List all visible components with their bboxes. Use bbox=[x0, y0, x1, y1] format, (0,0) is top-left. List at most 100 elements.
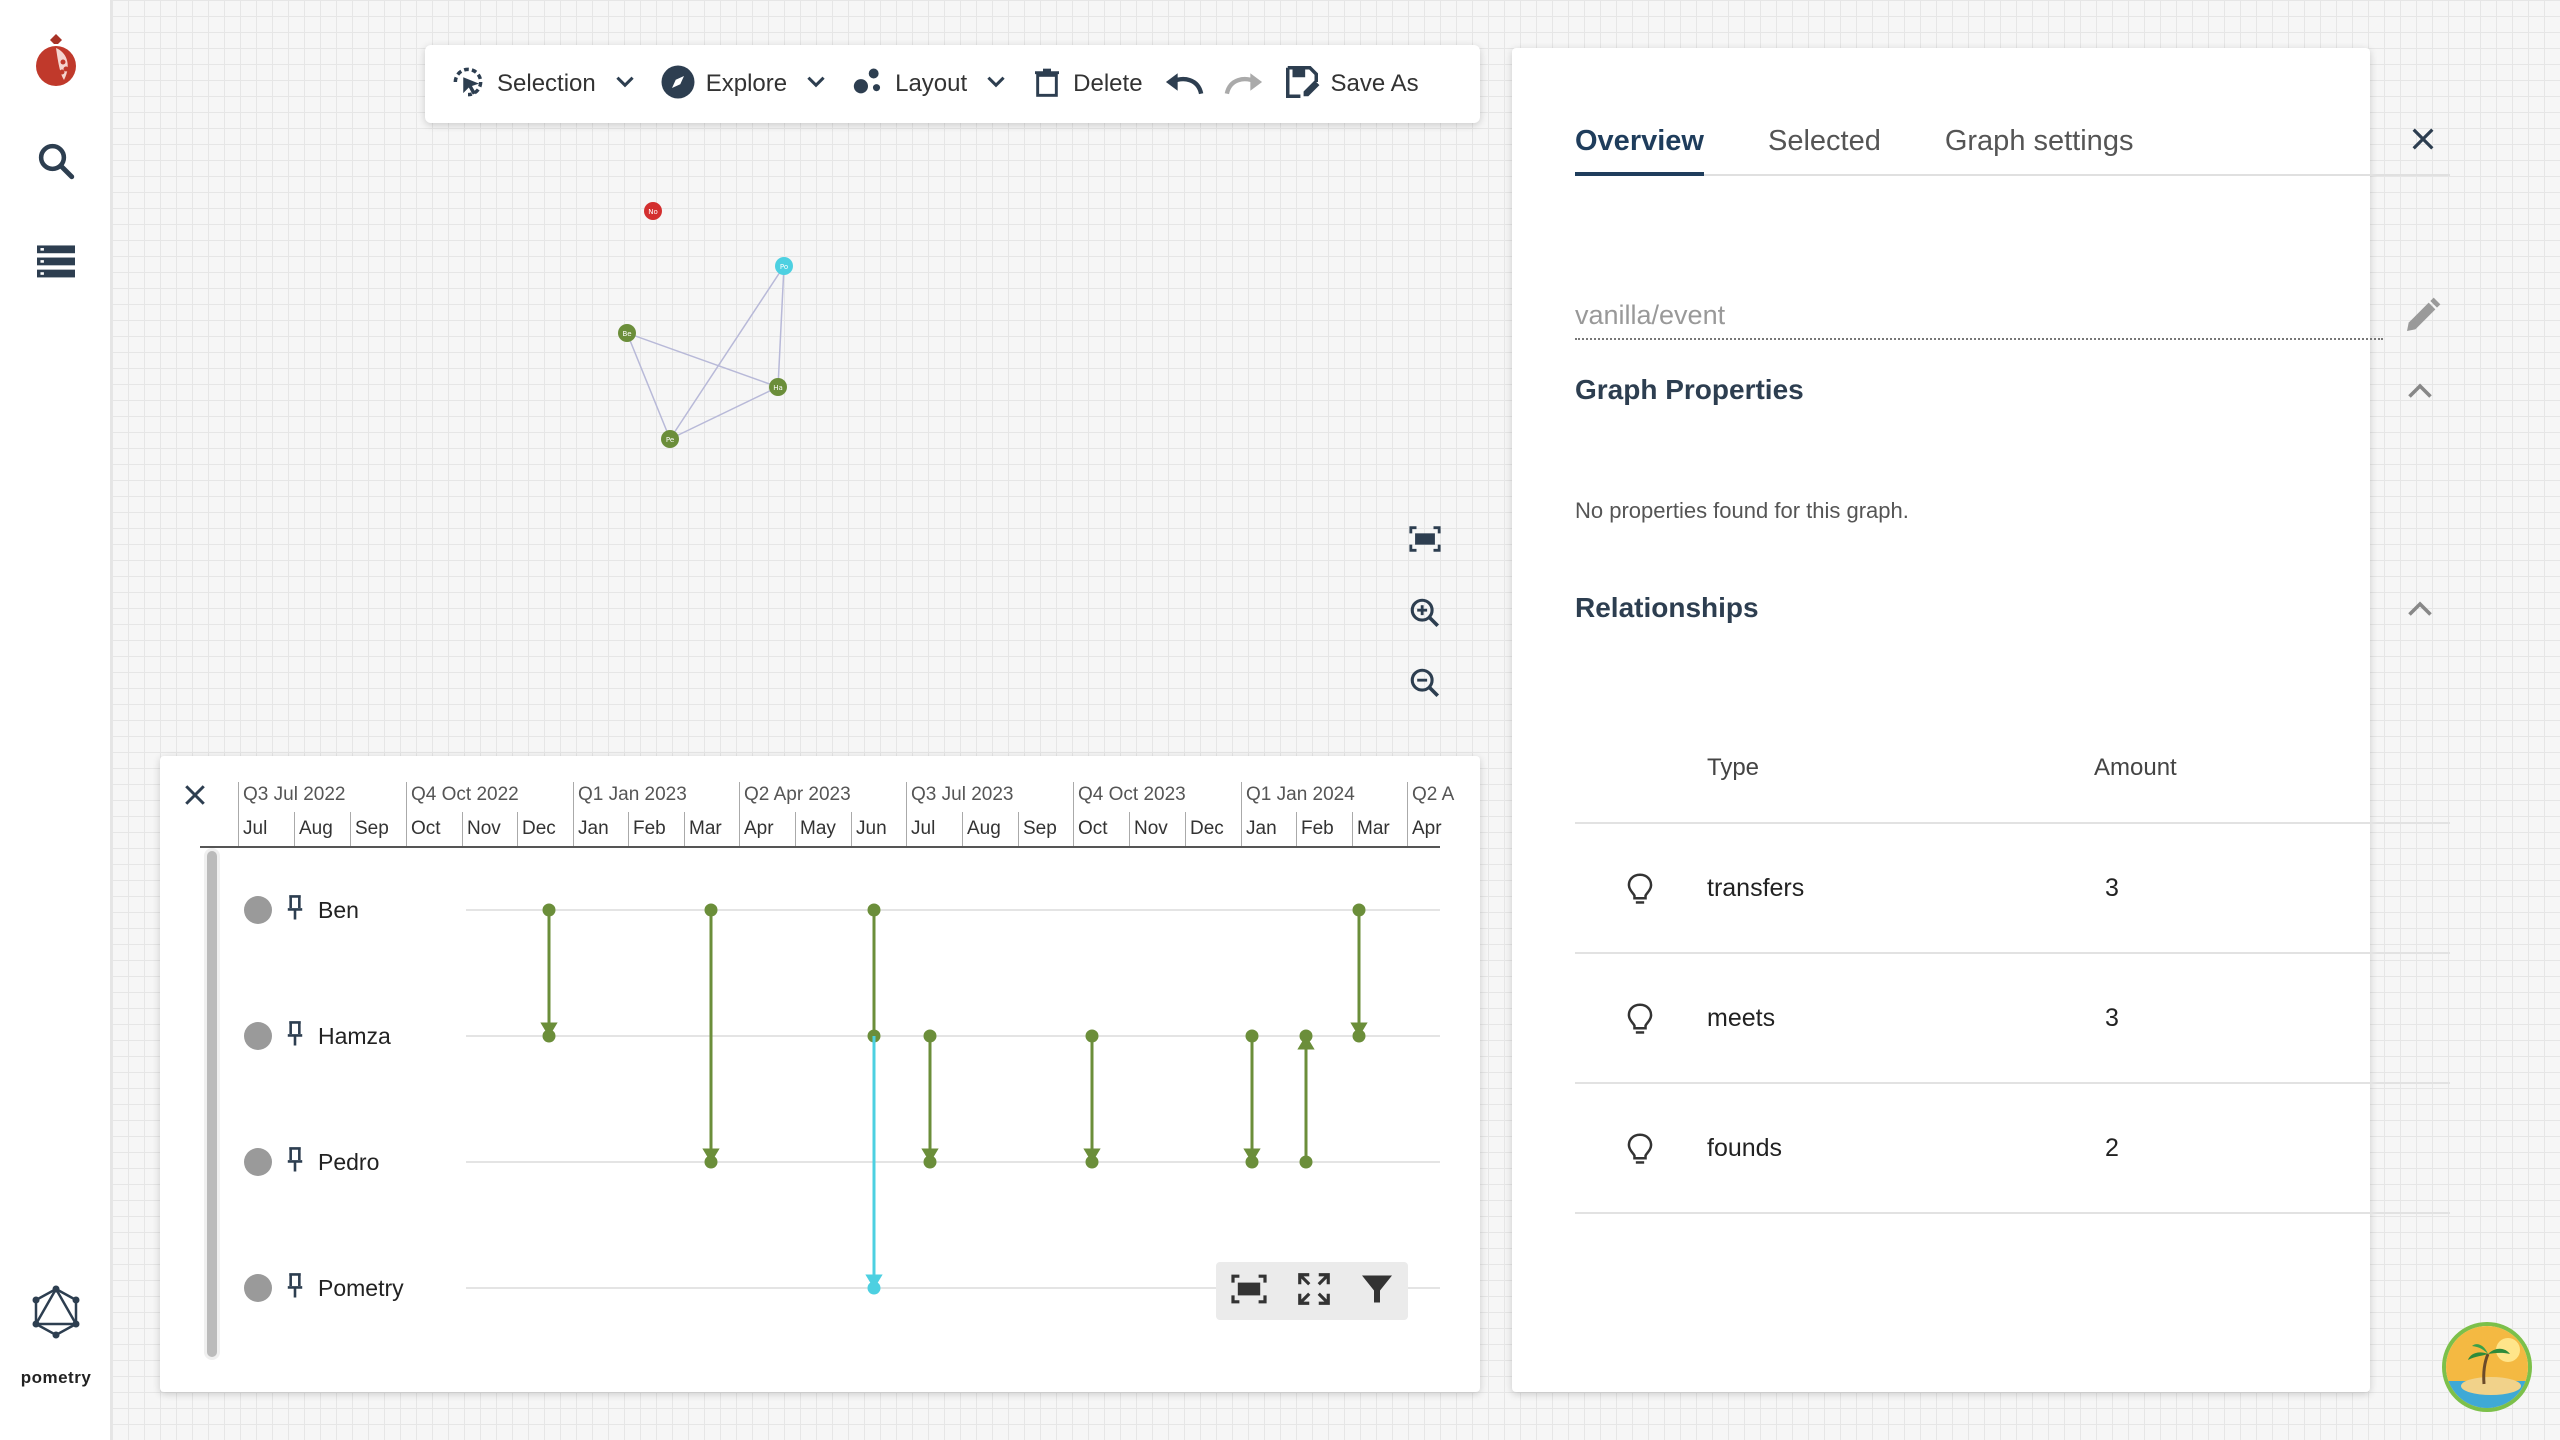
tab-graph-settings[interactable]: Graph settings bbox=[1945, 120, 2134, 176]
zoom-in-icon bbox=[1408, 596, 1442, 635]
graph-node-hamza[interactable]: Ha bbox=[769, 378, 787, 396]
relationship-row[interactable]: founds 2 bbox=[1575, 1082, 2450, 1212]
graph-node-ben[interactable]: Be bbox=[618, 324, 636, 342]
zoom-in-button[interactable] bbox=[1405, 596, 1445, 635]
timeline-tools bbox=[1216, 1262, 1408, 1320]
pin-icon[interactable] bbox=[286, 894, 304, 926]
timeline-row-pedro[interactable]: Pedro bbox=[244, 1144, 379, 1180]
brand-name: pometry bbox=[20, 1368, 92, 1387]
row-label: Pedro bbox=[318, 1148, 380, 1175]
tab-overview[interactable]: Overview bbox=[1575, 120, 1704, 176]
lightbulb-icon[interactable] bbox=[1625, 1002, 1655, 1043]
graph-canvas[interactable]: No Po Be Ha Pe bbox=[560, 180, 840, 480]
chevron-down-icon[interactable] bbox=[803, 69, 829, 100]
trash-icon bbox=[1031, 65, 1063, 104]
tab-selected[interactable]: Selected bbox=[1768, 120, 1881, 176]
user-avatar[interactable] bbox=[2442, 1322, 2532, 1412]
graph-name-input[interactable] bbox=[1575, 292, 2383, 340]
pomegranate-logo-icon[interactable] bbox=[0, 30, 112, 94]
selection-label: Selection bbox=[497, 70, 596, 97]
timeline-row-pometry[interactable]: Pometry bbox=[244, 1270, 404, 1306]
collapse-graph-properties-button[interactable] bbox=[2402, 374, 2438, 415]
graphql-icon[interactable] bbox=[0, 1282, 112, 1342]
timeline-row-ben[interactable]: Ben bbox=[244, 892, 359, 928]
pointer-select-icon bbox=[449, 63, 487, 106]
month-label: Jan bbox=[1241, 812, 1277, 846]
month-label: Sep bbox=[350, 812, 389, 846]
divider bbox=[1575, 1212, 2450, 1214]
month-label: May bbox=[795, 812, 836, 846]
timeline-row-hamza[interactable]: Hamza bbox=[244, 1018, 391, 1054]
lightbulb-icon[interactable] bbox=[1625, 872, 1655, 913]
close-icon bbox=[2407, 128, 2439, 159]
pin-icon[interactable] bbox=[286, 1272, 304, 1304]
quarter-label: Q1 Jan 2023 bbox=[573, 782, 687, 812]
redo-button[interactable] bbox=[1221, 45, 1265, 123]
timeline-scrollbar[interactable] bbox=[204, 848, 220, 1360]
relationship-row[interactable]: transfers 3 bbox=[1575, 822, 2450, 952]
explore-button[interactable]: Explore bbox=[660, 45, 851, 123]
chevron-up-icon bbox=[2402, 383, 2438, 414]
pin-icon[interactable] bbox=[286, 1146, 304, 1178]
month-label: Jan bbox=[573, 812, 609, 846]
layout-bubbles-icon bbox=[851, 65, 885, 104]
row-label: Hamza bbox=[318, 1022, 391, 1049]
month-label: Feb bbox=[628, 812, 666, 846]
timeline-axis: Q3 Jul 2022 Q4 Oct 2022 Q1 Jan 2023 Q2 A… bbox=[200, 782, 1454, 848]
explore-label: Explore bbox=[705, 70, 788, 97]
zoom-out-icon bbox=[1408, 666, 1442, 705]
relationship-type: meets bbox=[1707, 1004, 1776, 1032]
fit-screen-icon bbox=[1229, 1274, 1269, 1309]
list-icon[interactable] bbox=[0, 236, 112, 286]
search-icon[interactable] bbox=[0, 136, 112, 186]
pin-icon[interactable] bbox=[286, 1020, 304, 1052]
quarter-label: Q4 Oct 2023 bbox=[1073, 782, 1186, 812]
zoom-out-button[interactable] bbox=[1405, 666, 1445, 705]
month-label: Apr bbox=[739, 812, 774, 846]
event-arrow bbox=[867, 903, 881, 1043]
no-properties-message: No properties found for this graph. bbox=[1575, 498, 1909, 523]
delete-label: Delete bbox=[1073, 70, 1143, 97]
timeline-panel: Q3 Jul 2022 Q4 Oct 2022 Q1 Jan 2023 Q2 A… bbox=[160, 756, 1480, 1392]
month-label: Aug bbox=[294, 812, 333, 846]
month-label: Nov bbox=[1129, 812, 1168, 846]
compass-icon bbox=[660, 64, 696, 105]
fit-screen-icon bbox=[1408, 524, 1442, 559]
event-arrow bbox=[1350, 903, 1368, 1043]
chevron-down-icon[interactable] bbox=[983, 69, 1009, 100]
month-label: Oct bbox=[406, 812, 441, 846]
fullscreen-button[interactable] bbox=[1295, 1270, 1333, 1313]
graph-node-pedro[interactable]: Pe bbox=[661, 430, 679, 448]
fit-screen-button[interactable] bbox=[1405, 524, 1445, 559]
amount-column-header: Amount bbox=[2094, 754, 2177, 781]
lightbulb-icon[interactable] bbox=[1625, 1132, 1655, 1173]
event-arrow bbox=[921, 1029, 939, 1169]
pencil-icon bbox=[2402, 297, 2442, 340]
graph-node-cyan[interactable]: Po bbox=[775, 257, 793, 275]
month-label: Nov bbox=[462, 812, 501, 846]
relationship-row[interactable]: meets 3 bbox=[1575, 952, 2450, 1082]
filter-button[interactable] bbox=[1359, 1271, 1395, 1312]
selection-button[interactable]: Selection bbox=[449, 45, 660, 123]
row-color-dot bbox=[244, 1274, 272, 1302]
graph-toolbar: Selection Explore Layout Delete Save As bbox=[425, 45, 1480, 123]
row-color-dot bbox=[244, 1148, 272, 1176]
undo-button[interactable] bbox=[1163, 45, 1207, 123]
month-label: Feb bbox=[1296, 812, 1334, 846]
collapse-relationships-button[interactable] bbox=[2402, 592, 2438, 633]
graph-node-label: Ha bbox=[773, 384, 783, 392]
chevron-down-icon[interactable] bbox=[612, 69, 638, 100]
layout-button[interactable]: Layout bbox=[851, 45, 1031, 123]
fit-timeline-button[interactable] bbox=[1229, 1273, 1269, 1310]
close-panel-button[interactable] bbox=[2407, 123, 2439, 160]
save-as-button[interactable]: Save As bbox=[1283, 45, 1419, 123]
type-column-header: Type bbox=[1707, 754, 1760, 781]
event-arrow bbox=[1083, 1029, 1101, 1169]
relationship-type: transfers bbox=[1707, 874, 1805, 902]
relationship-amount: 2 bbox=[2105, 1134, 2119, 1162]
edit-name-button[interactable] bbox=[2402, 296, 2442, 341]
relationship-type: founds bbox=[1707, 1134, 1783, 1162]
graph-node-red[interactable]: No bbox=[644, 202, 662, 220]
delete-button[interactable]: Delete bbox=[1031, 45, 1162, 123]
event-arrow bbox=[1243, 1029, 1261, 1169]
